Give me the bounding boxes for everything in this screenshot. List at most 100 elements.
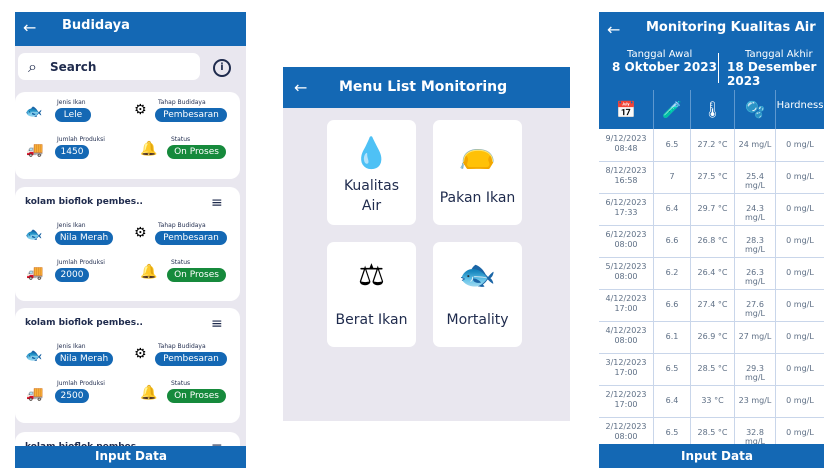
tile-mortality[interactable]: 🐟 Mortality [433, 242, 522, 347]
list-item[interactable]: kolam bioflok pembes.. ≡ 🐟 Jenis Ikan Ni… [15, 187, 240, 301]
kolam-name: kolam bioflok pembes.. [25, 197, 143, 207]
jenis-ikan-value: Lele [55, 108, 91, 122]
budidaya-list-area: ⌕ Search i 🐟 Jenis Ikan Lele ⚙ Tahap Bud… [15, 46, 246, 462]
monitoring-kualitas-air-screen: ← Monitoring Kualitas Air Tanggal Awal 8… [599, 12, 824, 468]
budidaya-screen: ← Budidaya ⌕ Search i 🐟 Jenis Ikan Lele … [15, 12, 246, 468]
bell-icon: 🔔 [140, 385, 158, 401]
cell-time: 17:00 [614, 368, 638, 377]
cell-time: 08:00 [614, 272, 638, 281]
jumlah-value: 2500 [55, 389, 89, 403]
cell-ph-value: 6.5 [665, 364, 679, 373]
cell-hardness-value: 0 mg/L [786, 172, 814, 181]
page-title: Menu List Monitoring [339, 79, 508, 95]
cell-temp-value: 28.5 °C [697, 364, 728, 373]
cell-temp-value: 33 °C [701, 396, 724, 405]
cell-ph-value: 6.4 [665, 396, 679, 405]
tile-kualitas-air[interactable]: 💧 Kualitas Air [327, 120, 416, 225]
tile-pakan-ikan[interactable]: 👝 Pakan Ikan [433, 120, 522, 225]
gear-fish-icon: ⚙ [134, 346, 147, 362]
cell-do: 27.6 mg/L [735, 289, 776, 321]
jumlah-value: 2000 [55, 268, 89, 282]
back-arrow-icon[interactable]: ← [23, 18, 36, 37]
search-input[interactable]: ⌕ Search [18, 53, 200, 80]
info-icon[interactable]: i [213, 59, 231, 77]
cell-hardness: 0 mg/L [776, 129, 824, 161]
cell-hardness-value: 0 mg/L [786, 300, 814, 309]
cell-ph: 6.1 [654, 321, 691, 353]
status-label: Status [171, 136, 191, 143]
jumlah-label: Jumlah Produksi [57, 380, 105, 387]
ph-icon: 🧪 [662, 100, 682, 119]
cell-date: 6/12/2023 [605, 230, 647, 239]
cell-datetime: 2/12/2023 17:00 [599, 385, 654, 417]
cell-date: 3/12/2023 [605, 358, 647, 367]
cell-do-value: 28.3 mg/L [744, 236, 766, 254]
cell-date: 2/12/2023 [605, 422, 647, 431]
cell-time: 08:00 [614, 240, 638, 249]
cell-temp-value: 29.7 °C [697, 204, 728, 213]
cell-do: 28.3 mg/L [735, 225, 776, 257]
cell-ph: 6.5 [654, 129, 691, 161]
column-ph-header: 🧪 [654, 90, 691, 129]
fish-icon: 🐟 [25, 348, 43, 364]
thermometer-icon: 🌡 [702, 100, 723, 119]
end-date-label: Tanggal Akhir [745, 49, 813, 60]
cell-hardness: 0 mg/L [776, 417, 824, 444]
jumlah-value: 1450 [55, 145, 89, 159]
list-item[interactable]: 🐟 Jenis Ikan Lele ⚙ Tahap Budidaya Pembe… [15, 92, 240, 179]
fish-icon: 🐟 [25, 104, 43, 120]
back-arrow-icon[interactable]: ← [607, 20, 620, 39]
cell-ph-value: 6.4 [665, 204, 679, 213]
cell-hardness-value: 0 mg/L [786, 428, 814, 437]
tile-berat-ikan[interactable]: ⚖ Berat Ikan [327, 242, 416, 347]
tahap-label: Tahap Budidaya [158, 222, 206, 229]
jenis-ikan-value: Nila Merah [55, 352, 113, 366]
table-row[interactable]: 2/12/2023 08:00 6.5 28.5 °C 32.8 mg/L 0 m… [599, 417, 824, 444]
table-row[interactable]: 4/12/2023 08:00 6.1 26.9 °C 27 mg/L 0 mg/… [599, 321, 824, 354]
cell-temp-value: 27.4 °C [697, 300, 728, 309]
list-item[interactable]: kolam bioflok pembes.. ≡ 🐟 Jenis Ikan Ni… [15, 308, 240, 423]
cell-temp: 27.5 °C [691, 161, 735, 193]
table-row[interactable]: 3/12/2023 17:00 6.5 28.5 °C 29.3 mg/L 0 m… [599, 353, 824, 386]
cell-time: 17:00 [614, 400, 638, 409]
end-date-value[interactable]: 18 Desember 2023 [727, 60, 824, 88]
table-row[interactable]: 5/12/2023 08:00 6.2 26.4 °C 26.3 mg/L 0 m… [599, 257, 824, 290]
cell-temp: 28.5 °C [691, 353, 735, 385]
hamburger-menu-icon[interactable]: ≡ [211, 316, 223, 332]
cell-temp: 27.4 °C [691, 289, 735, 321]
cell-ph-value: 6.6 [665, 236, 679, 245]
table-row[interactable]: 9/12/2023 08:48 6.5 27.2 °C 24 mg/L 0 mg/… [599, 129, 824, 162]
back-arrow-icon[interactable]: ← [294, 78, 307, 97]
cell-do: 25.4 mg/L [735, 161, 776, 193]
cell-hardness: 0 mg/L [776, 289, 824, 321]
truck-icon: 🚚 [26, 386, 44, 402]
gear-fish-icon: ⚙ [134, 225, 147, 241]
cell-temp: 33 °C [691, 385, 735, 417]
start-date-label: Tanggal Awal [627, 49, 693, 60]
input-data-button[interactable]: Input Data [599, 446, 824, 468]
cell-hardness-value: 0 mg/L [786, 364, 814, 373]
table-row[interactable]: 4/12/2023 17:00 6.6 27.4 °C 27.6 mg/L 0 m… [599, 289, 824, 322]
table-row[interactable]: 6/12/2023 08:00 6.6 26.8 °C 28.3 mg/L 0 m… [599, 225, 824, 258]
hamburger-menu-icon[interactable]: ≡ [211, 195, 223, 211]
tile-label: Mortality [446, 312, 509, 328]
date-divider [718, 53, 719, 83]
cell-datetime: 8/12/2023 16:58 [599, 161, 654, 193]
table-row[interactable]: 2/12/2023 17:00 6.4 33 °C 23 mg/L 0 mg/L [599, 385, 824, 418]
cell-ph: 6.5 [654, 353, 691, 385]
table-row[interactable]: 6/12/2023 17:33 6.4 29.7 °C 24.3 mg/L 0 m… [599, 193, 824, 226]
cell-temp-value: 28.5 °C [697, 428, 728, 437]
jenis-ikan-label: Jenis Ikan [57, 222, 86, 229]
cell-hardness-value: 0 mg/L [786, 204, 814, 213]
table-row[interactable]: 8/12/2023 16:58 7 27.5 °C 25.4 mg/L 0 mg/… [599, 161, 824, 194]
input-data-button[interactable]: Input Data [15, 446, 246, 468]
cell-do-value: 24 mg/L [738, 140, 772, 149]
start-date-value[interactable]: 8 Oktober 2023 [612, 60, 717, 74]
jenis-ikan-label: Jenis Ikan [57, 99, 86, 106]
app-header: ← Menu List Monitoring [283, 67, 570, 108]
cell-datetime: 9/12/2023 08:48 [599, 129, 654, 161]
cell-date: 4/12/2023 [605, 294, 647, 303]
cell-datetime: 4/12/2023 08:00 [599, 321, 654, 353]
input-data-label: Input Data [95, 449, 167, 463]
cell-ph: 6.4 [654, 385, 691, 417]
